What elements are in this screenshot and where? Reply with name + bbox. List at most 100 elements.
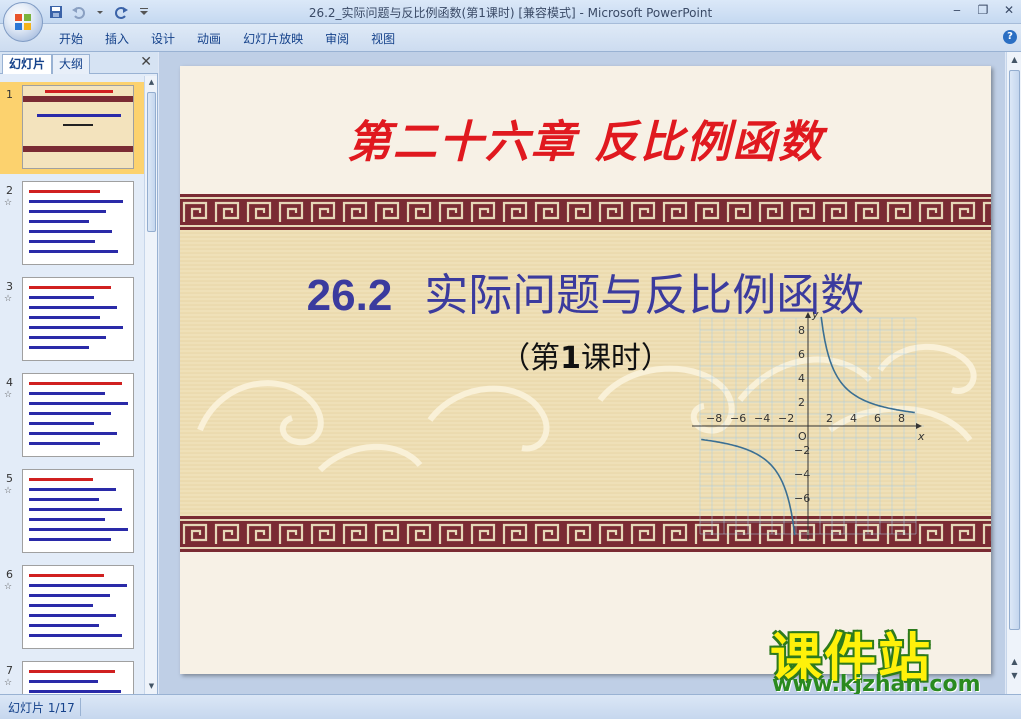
tab-outline[interactable]: 大纲 [52, 54, 91, 74]
animation-star-icon: ☆ [4, 198, 13, 208]
thumb-text-line [29, 316, 100, 319]
thumb-text-line [29, 382, 122, 385]
thumb-text-line [29, 346, 89, 349]
slide-thumbnail[interactable]: 1 [0, 82, 144, 174]
thumbnail-number: 4 [6, 376, 13, 389]
tab-home[interactable]: 开始 [48, 30, 94, 48]
thumb-text-line [29, 250, 118, 253]
slide-canvas[interactable]: 第二十六章 反比例函数 26.2 实际问题与反比例函数 （第1课时） −8 −6… [180, 66, 991, 674]
tab-slides[interactable]: 幻灯片 [2, 54, 53, 74]
thumbnail-number: 5 [6, 472, 13, 485]
tab-animations[interactable]: 动画 [186, 30, 232, 48]
thumb-text-line [29, 594, 110, 597]
tab-design[interactable]: 设计 [140, 30, 186, 48]
inverse-function-graph: −8 −6 −4 −2 2 4 6 88642−2−4−6 x y O [692, 308, 925, 540]
status-bar: 幻灯片 1/17 [0, 694, 1021, 719]
thumbnail-preview [22, 373, 134, 457]
slide-scrollbar[interactable]: ▲ ▲ ▼ [1006, 52, 1021, 694]
thumb-text-line [29, 442, 100, 445]
thumb-band [23, 96, 133, 102]
thumb-text-line [29, 670, 115, 673]
tab-review[interactable]: 审阅 [314, 30, 360, 48]
thumb-text-line [29, 528, 128, 531]
thumbnail-preview [22, 277, 134, 361]
thumbnail-preview [22, 85, 134, 169]
thumb-text-line [29, 680, 98, 683]
window-controls: ‒ ❐ ✕ [949, 3, 1017, 17]
scroll-up-icon[interactable]: ▲ [147, 78, 156, 88]
origin-label: O [798, 430, 807, 443]
y-axis-label: y [811, 308, 819, 321]
thumbnail-list: 1 2 ☆ 3 ☆ 4 ☆ 5 ☆ 6 ☆ 7 ☆ [0, 76, 144, 694]
thumb-text-line [29, 538, 111, 541]
thumb-text-line [29, 286, 111, 289]
scroll-thumb[interactable] [1009, 70, 1020, 630]
next-slide-icon[interactable]: ▼ [1009, 671, 1020, 680]
status-separator [80, 698, 81, 716]
x-tick-label: 2 [826, 412, 833, 425]
ribbon-tabs: 开始 插入 设计 动画 幻灯片放映 审阅 视图 [48, 30, 406, 48]
thumb-text-line [29, 210, 106, 213]
x-axis-label: x [917, 430, 925, 443]
period-suffix: 课时） [580, 341, 671, 376]
thumb-text-line [29, 574, 104, 577]
thumb-text-line [29, 518, 105, 521]
y-tick-label: 4 [798, 372, 805, 385]
thumb-text-line [29, 230, 112, 233]
thumb-text-line [29, 508, 122, 511]
slide-thumbnail[interactable]: 6 ☆ [0, 562, 144, 654]
ribbon: 开始 插入 设计 动画 幻灯片放映 审阅 视图 ? [0, 24, 1021, 52]
animation-star-icon: ☆ [4, 486, 13, 496]
thumb-band [23, 146, 133, 152]
x-tick-label: 6 [874, 412, 881, 425]
slide-thumbnail[interactable]: 7 ☆ [0, 658, 144, 694]
close-icon[interactable]: ✕ [1001, 3, 1017, 17]
scroll-down-icon[interactable]: ▼ [147, 682, 156, 692]
animation-star-icon: ☆ [4, 678, 13, 688]
thumbnail-preview [22, 181, 134, 265]
help-icon[interactable]: ? [1003, 30, 1017, 44]
slide-heading[interactable]: 第二十六章 反比例函数 [180, 106, 991, 170]
thumb-text-line [29, 306, 117, 309]
thumb-text-line [29, 488, 116, 491]
pane-tabs: 幻灯片 大纲 ✕ [0, 52, 158, 74]
minimize-icon[interactable]: ‒ [949, 3, 965, 17]
thumb-text-line [29, 604, 93, 607]
x-tick-label: −4 [754, 412, 770, 425]
x-tick-label: −2 [778, 412, 794, 425]
x-tick-label: 4 [850, 412, 857, 425]
slide-thumbnail[interactable]: 2 ☆ [0, 178, 144, 270]
slide-thumbnail[interactable]: 5 ☆ [0, 466, 144, 558]
y-tick-label: 8 [798, 324, 805, 337]
y-tick-label: 2 [798, 396, 805, 409]
tab-insert[interactable]: 插入 [94, 30, 140, 48]
thumb-text-line [29, 200, 123, 203]
thumb-text-line [29, 432, 117, 435]
thumb-text-line [29, 336, 106, 339]
thumb-text-line [29, 392, 105, 395]
thumb-text-line [29, 624, 99, 627]
scroll-thumb[interactable] [147, 92, 156, 232]
restore-icon[interactable]: ❐ [975, 3, 991, 17]
tab-slideshow[interactable]: 幻灯片放映 [232, 30, 314, 48]
thumbnail-number: 3 [6, 280, 13, 293]
decorative-band-top [180, 194, 991, 230]
y-axis-arrow-icon [805, 312, 811, 318]
slide-thumbnail[interactable]: 3 ☆ [0, 274, 144, 366]
prev-slide-icon[interactable]: ▲ [1009, 657, 1020, 666]
close-pane-icon[interactable]: ✕ [140, 54, 152, 70]
scroll-up-icon[interactable]: ▲ [1009, 55, 1020, 64]
thumbnail-number: 7 [6, 664, 13, 677]
y-tick-label: 6 [798, 348, 805, 361]
office-button[interactable] [3, 2, 43, 42]
thumb-text-line [29, 220, 89, 223]
slide-editing-area: 第二十六章 反比例函数 26.2 实际问题与反比例函数 （第1课时） −8 −6… [159, 52, 1005, 694]
thumb-text-line [29, 240, 95, 243]
x-tick-label: −6 [730, 412, 746, 425]
period-number: 1 [560, 341, 581, 376]
tab-view[interactable]: 视图 [360, 30, 406, 48]
thumbnail-scrollbar[interactable]: ▲ ▼ [144, 76, 157, 694]
slide-thumbnail[interactable]: 4 ☆ [0, 370, 144, 462]
period-prefix: （第 [500, 341, 561, 376]
window-title: 26.2_实际问题与反比例函数(第1课时) [兼容模式] - Microsoft… [308, 6, 713, 20]
